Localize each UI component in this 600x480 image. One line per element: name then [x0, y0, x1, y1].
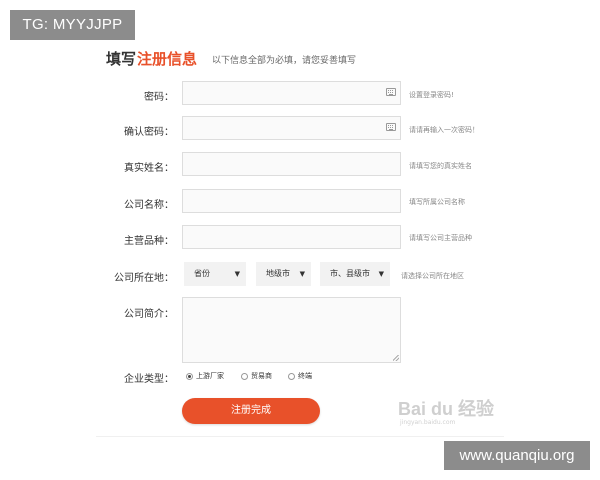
location-hint: 请选择公司所在地区	[401, 272, 464, 280]
chevron-down-icon: ▼	[299, 270, 305, 278]
register-complete-button[interactable]: 注册完成	[182, 398, 320, 424]
page-title-prefix: 填写	[106, 50, 137, 68]
intro-textarea[interactable]	[182, 297, 401, 363]
intro-label: 公司简介：	[124, 309, 174, 320]
password-field[interactable]	[182, 81, 401, 105]
city-select[interactable]: 地级市 ▼	[256, 262, 311, 286]
page-title-accent: 注册信息	[137, 50, 198, 68]
password-label: 密码：	[144, 92, 174, 103]
company-type-label: 企业类型：	[124, 374, 174, 385]
county-select-value: 市、县级市	[330, 269, 370, 278]
company-name-hint: 填写所属公司名称	[409, 198, 465, 206]
company-name-label: 公司名称：	[124, 200, 174, 211]
company-type-option-label: 上游厂家	[196, 372, 224, 380]
confirm-password-field[interactable]	[182, 116, 401, 140]
baidu-url: jingyan.baidu.com	[400, 419, 456, 426]
location-label: 公司所在地：	[114, 273, 174, 284]
radio-unchecked-icon[interactable]	[288, 372, 295, 380]
main-products-label: 主营品种：	[124, 236, 174, 247]
chevron-down-icon: ▼	[378, 270, 384, 278]
keyboard-icon[interactable]	[386, 123, 396, 131]
province-select-value: 省份	[194, 269, 210, 278]
company-type-option-terminal[interactable]: 终端	[288, 370, 312, 382]
confirm-password-label: 确认密码：	[124, 127, 174, 138]
county-select[interactable]: 市、县级市 ▼	[320, 262, 390, 286]
province-select[interactable]: 省份 ▼	[184, 262, 246, 286]
radio-unchecked-icon[interactable]	[241, 372, 248, 380]
company-type-option-upstream[interactable]: 上游厂家	[186, 370, 224, 382]
tag-overlay: TG: MYYJJPP	[10, 10, 135, 40]
company-type-option-label: 终端	[298, 372, 312, 380]
real-name-hint: 请填写您的真实姓名	[409, 162, 472, 170]
main-products-field[interactable]	[182, 225, 401, 249]
confirm-password-hint: 请请再输入一次密码！	[409, 126, 479, 134]
real-name-field[interactable]	[182, 152, 401, 176]
chevron-down-icon: ▼	[234, 270, 240, 278]
baidu-logo: Bai du 经验	[398, 399, 495, 419]
baidu-jingyan-watermark: Bai du 经验 jingyan.baidu.com	[398, 395, 496, 433]
resize-grip-icon[interactable]	[393, 355, 399, 361]
real-name-label: 真实姓名：	[124, 163, 174, 174]
company-type-option-trader[interactable]: 贸易商	[241, 370, 272, 382]
keyboard-icon[interactable]	[386, 88, 396, 96]
company-type-option-label: 贸易商	[251, 372, 272, 380]
bottom-divider	[96, 436, 504, 437]
page-subtitle-hint: 以下信息全部为必填，请您妥善填写	[212, 56, 357, 66]
company-name-field[interactable]	[182, 189, 401, 213]
main-products-hint: 请填写公司主营品种	[409, 234, 472, 242]
radio-checked-icon[interactable]	[186, 372, 193, 380]
password-hint: 设置登录密码!	[409, 91, 454, 99]
city-select-value: 地级市	[266, 269, 290, 278]
site-watermark: www.quanqiu.org	[444, 441, 590, 470]
